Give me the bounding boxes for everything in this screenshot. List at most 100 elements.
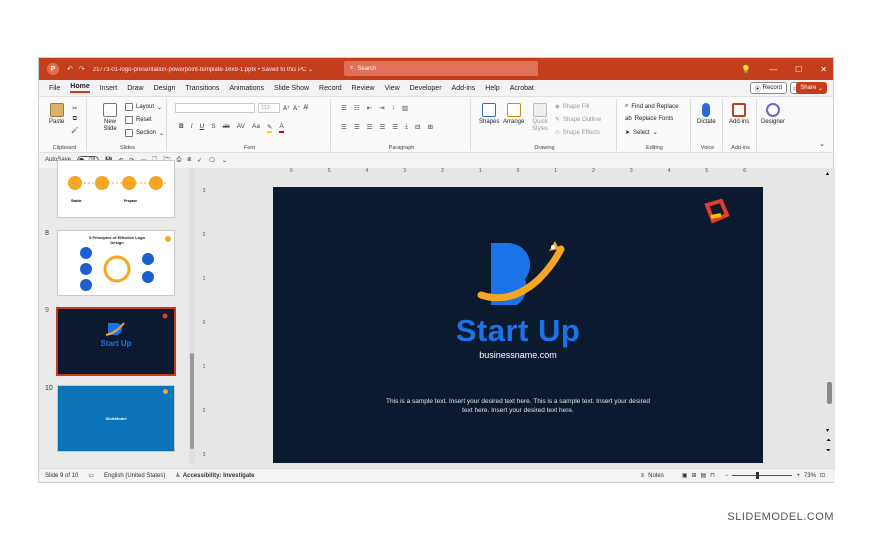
redo-icon[interactable]: ↷ xyxy=(79,65,85,73)
tab-acrobat[interactable]: Acrobat xyxy=(510,85,534,92)
language-status[interactable]: English (United States) xyxy=(104,473,165,479)
numbering-icon[interactable]: ☷ xyxy=(354,104,360,112)
increase-indent-icon[interactable]: ⇥ xyxy=(379,104,384,112)
align-text-icon[interactable]: ⊟ xyxy=(415,123,420,131)
document-title[interactable]: 21773-01-logo-presentation-powerpoint-te… xyxy=(93,66,313,73)
arrange-button[interactable]: Arrange xyxy=(503,103,524,126)
clear-format-icon[interactable]: A̸ xyxy=(303,105,307,111)
minimize-button[interactable]: — xyxy=(769,65,777,74)
find-replace-button[interactable]: ⌕ Find and Replace xyxy=(625,103,678,110)
tab-design[interactable]: Design xyxy=(154,85,176,92)
spelling-icon[interactable]: ✓ xyxy=(197,157,202,164)
close-button[interactable]: ✕ xyxy=(820,65,827,74)
tab-animations[interactable]: Animations xyxy=(229,85,264,92)
scroll-down-icon[interactable]: ▾ xyxy=(826,428,829,434)
comment-icon[interactable]: 🗨 xyxy=(208,157,216,164)
lightbulb-icon[interactable]: 💡 xyxy=(741,65,751,74)
font-color-button[interactable]: A xyxy=(279,123,284,133)
slideshow-view-icon[interactable]: ⊓ xyxy=(710,472,715,479)
print-icon[interactable]: ⎙ xyxy=(177,157,182,164)
shape-fill-button[interactable]: ◈ Shape Fill xyxy=(555,103,589,111)
grow-font-icon[interactable]: A⁺ xyxy=(283,105,290,112)
tab-home[interactable]: Home xyxy=(70,83,90,93)
highlight-icon[interactable]: ✎ xyxy=(266,123,273,133)
tab-slide-show[interactable]: Slide Show xyxy=(274,85,309,92)
tab-view[interactable]: View xyxy=(385,85,400,92)
shadow-button[interactable]: S xyxy=(211,123,215,133)
designer-button[interactable]: Designer xyxy=(761,103,785,126)
zoom-out-icon[interactable]: − xyxy=(725,473,729,479)
zoom-in-icon[interactable]: + xyxy=(796,473,800,479)
zoom-slider-thumb[interactable] xyxy=(756,472,760,479)
dictate-button[interactable]: Dictate xyxy=(697,103,716,126)
italic-button[interactable]: I xyxy=(191,123,193,133)
thumbnail-slide-7[interactable]: Stable Prepare xyxy=(57,160,175,218)
tab-transitions[interactable]: Transitions xyxy=(185,85,219,92)
scroll-up-icon[interactable]: ▴ xyxy=(826,170,829,177)
slide-count[interactable]: Slide 9 of 10 xyxy=(45,473,78,479)
shrink-font-icon[interactable]: A⁻ xyxy=(293,105,300,112)
zoom-slider[interactable] xyxy=(732,472,793,479)
zoom-level[interactable]: 73% xyxy=(804,473,816,479)
slide-url[interactable]: businessname.com xyxy=(273,350,763,360)
share-button[interactable]: Share ⌄ xyxy=(796,82,827,94)
thumbnail-slide-8[interactable]: 5 Principles of Effective Logo Design xyxy=(57,230,175,296)
present-icon[interactable]: ⧈ xyxy=(187,157,191,164)
bold-button[interactable]: B xyxy=(179,123,184,133)
record-button[interactable]: ⦿ Record xyxy=(749,82,787,94)
justify-icon[interactable]: ☰ xyxy=(379,123,385,131)
section-button[interactable]: Section ⌄ xyxy=(125,129,164,137)
distributed-icon[interactable]: ☰ xyxy=(392,123,398,131)
smartart-icon[interactable]: ⊞ xyxy=(427,123,432,131)
collapse-ribbon-icon[interactable]: ⌄ xyxy=(819,140,825,148)
font-size-select[interactable]: 113 xyxy=(258,103,280,113)
align-right-icon[interactable]: ☰ xyxy=(367,123,373,131)
tab-review[interactable]: Review xyxy=(352,85,375,92)
char-spacing-button[interactable]: AV xyxy=(237,123,245,133)
paste-button[interactable]: Paste xyxy=(49,103,64,126)
align-center-icon[interactable]: ☰ xyxy=(354,123,360,131)
tab-draw[interactable]: Draw xyxy=(127,85,143,92)
thumbnail-scrollbar[interactable] xyxy=(189,168,195,464)
thumbnail-slide-9[interactable]: Start Up xyxy=(56,307,176,376)
tab-file[interactable]: File xyxy=(49,85,60,92)
shapes-button[interactable]: Shapes xyxy=(479,103,499,126)
tab-developer[interactable]: Developer xyxy=(410,85,442,92)
tab-help[interactable]: Help xyxy=(485,85,499,92)
add-ins-button[interactable]: Add-ins xyxy=(729,103,749,126)
slide-canvas[interactable]: Start Up businessname.com This is a samp… xyxy=(273,187,763,463)
tab-insert[interactable]: Insert xyxy=(100,85,118,92)
maximize-button[interactable]: ☐ xyxy=(795,65,802,74)
reset-button[interactable]: Reset xyxy=(125,116,152,124)
undo-icon[interactable]: ↶ xyxy=(67,65,73,73)
normal-view-icon[interactable]: ▣ xyxy=(682,472,688,479)
strikethrough-button[interactable]: ab xyxy=(223,123,230,133)
search-input[interactable]: ⌕ Search xyxy=(344,61,538,76)
notes-button[interactable]: Notes xyxy=(648,473,664,479)
fit-slide-icon[interactable]: ⊡ xyxy=(820,472,825,479)
customize-qat-icon[interactable]: ⌄ xyxy=(222,157,227,164)
bullets-icon[interactable]: ☰ xyxy=(341,104,347,112)
slide-sorter-icon[interactable]: ⊞ xyxy=(692,472,697,479)
decrease-indent-icon[interactable]: ⇤ xyxy=(367,104,372,112)
shape-effects-button[interactable]: ◇ Shape Effects xyxy=(555,129,600,137)
text-direction-icon[interactable]: ⤓ xyxy=(405,123,408,131)
select-button[interactable]: ➤ Select ⌄ xyxy=(625,129,658,137)
thumbnail-scroll-thumb[interactable] xyxy=(190,353,194,449)
align-left-icon[interactable]: ☰ xyxy=(341,123,347,131)
layout-button[interactable]: Layout ⌄ xyxy=(125,103,162,111)
change-case-button[interactable]: Aa xyxy=(252,123,260,133)
previous-slide-icon[interactable]: ⏶ xyxy=(826,438,831,444)
line-spacing-icon[interactable]: ↕ xyxy=(392,104,395,112)
tab-add-ins[interactable]: Add-ins xyxy=(452,85,476,92)
format-painter-icon[interactable]: 🖌 xyxy=(71,127,79,134)
quick-styles-button[interactable]: Quick Styles xyxy=(529,103,551,133)
font-name-select[interactable] xyxy=(175,103,255,113)
spellcheck-icon[interactable]: ▭ xyxy=(88,472,94,479)
tab-record[interactable]: Record xyxy=(319,85,342,92)
editor-scroll-thumb[interactable] xyxy=(827,382,832,404)
copy-icon[interactable]: ⧉ xyxy=(73,116,77,123)
slide-body-text[interactable]: This is a sample text. Insert your desir… xyxy=(383,397,653,415)
replace-fonts-button[interactable]: ab Replace Fonts xyxy=(625,116,673,122)
editor-scrollbar[interactable]: ▴ ▾ ⏶ ⏷ xyxy=(826,170,833,462)
